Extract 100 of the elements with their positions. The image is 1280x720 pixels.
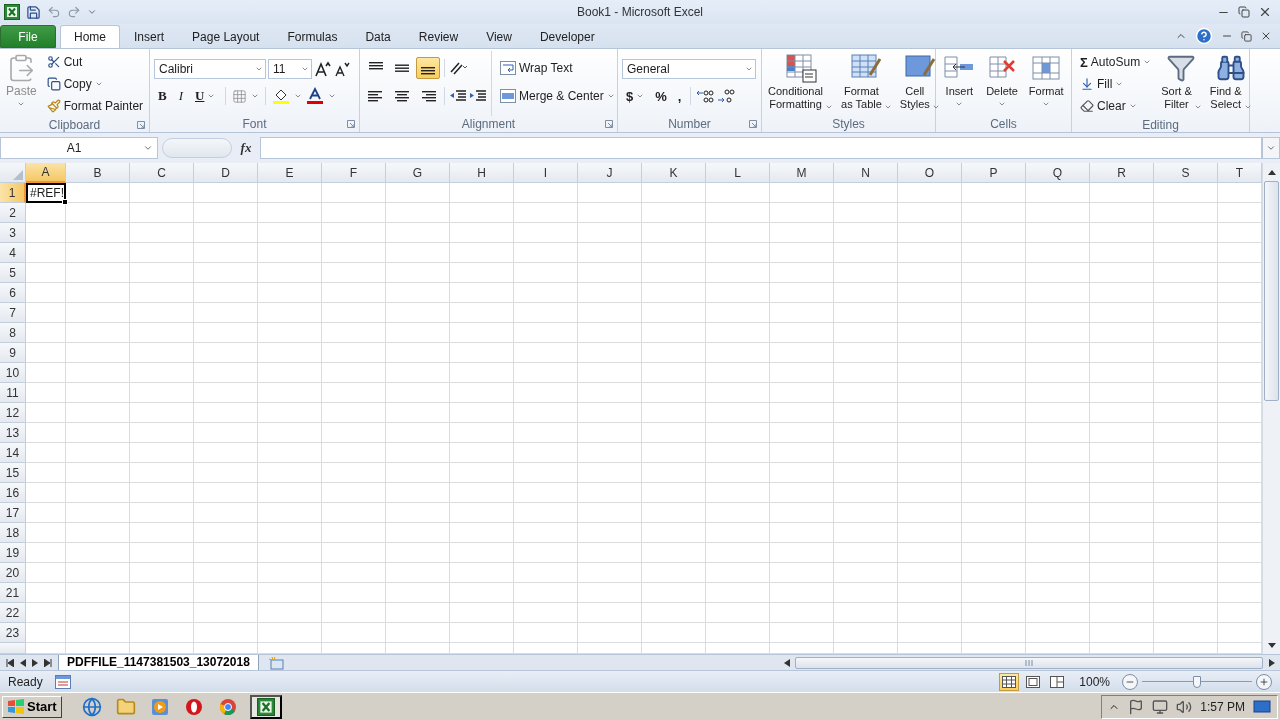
- show-desktop-icon[interactable]: [1253, 698, 1271, 715]
- ribbon-tab[interactable]: Formulas: [273, 25, 352, 48]
- row-header[interactable]: 10: [0, 363, 26, 383]
- next-sheet-icon[interactable]: [32, 658, 38, 667]
- zoom-out-button[interactable]: [1122, 673, 1138, 690]
- column-header[interactable]: P: [962, 163, 1026, 183]
- column-header[interactable]: H: [450, 163, 514, 183]
- ribbon-tab[interactable]: Review: [404, 25, 473, 48]
- row-header[interactable]: 11: [0, 383, 26, 403]
- column-header[interactable]: C: [130, 163, 194, 183]
- bold-button[interactable]: B: [154, 85, 171, 107]
- copy-button[interactable]: Copy: [42, 73, 148, 95]
- last-sheet-icon[interactable]: [44, 658, 52, 667]
- column-header[interactable]: A: [26, 163, 66, 183]
- column-header[interactable]: F: [322, 163, 386, 183]
- column-header[interactable]: O: [898, 163, 962, 183]
- styles-button[interactable]: Format as Table: [839, 51, 894, 116]
- column-header[interactable]: K: [642, 163, 706, 183]
- scroll-thumb[interactable]: [1264, 181, 1279, 401]
- first-sheet-icon[interactable]: [6, 658, 14, 667]
- cells-button[interactable]: Format: [1026, 51, 1066, 116]
- column-header[interactable]: S: [1154, 163, 1218, 183]
- row-header[interactable]: 5: [0, 263, 26, 283]
- underline-button[interactable]: U: [191, 85, 220, 107]
- zoom-slider-thumb[interactable]: [1193, 675, 1201, 688]
- row-header[interactable]: 3: [0, 223, 26, 243]
- ribbon-tab[interactable]: Page Layout: [178, 25, 274, 48]
- save-icon[interactable]: [26, 4, 41, 20]
- column-header[interactable]: T: [1218, 163, 1262, 183]
- row-header[interactable]: 19: [0, 543, 26, 563]
- start-button[interactable]: Start: [2, 695, 62, 718]
- decrease-decimal-icon[interactable]: [717, 88, 736, 104]
- taskbar-app[interactable]: [249, 694, 282, 719]
- row-header[interactable]: 2: [0, 203, 26, 223]
- column-header[interactable]: G: [386, 163, 450, 183]
- row-header[interactable]: 23: [0, 623, 26, 643]
- font-name-field[interactable]: Calibri: [154, 59, 266, 79]
- autosum-button[interactable]: Σ AutoSum: [1076, 51, 1156, 73]
- view-button[interactable]: [999, 672, 1020, 691]
- column-header[interactable]: J: [578, 163, 642, 183]
- cells-button[interactable]: Delete: [984, 51, 1021, 116]
- italic-button[interactable]: I: [174, 85, 187, 107]
- formula-bar-handle[interactable]: [162, 137, 232, 158]
- record-macro-icon[interactable]: [54, 674, 71, 689]
- launcher-icon[interactable]: [347, 120, 355, 128]
- row-header[interactable]: 18: [0, 523, 26, 543]
- percent-button[interactable]: %: [651, 85, 671, 107]
- row-header[interactable]: 13: [0, 423, 26, 443]
- row-header[interactable]: 21: [0, 583, 26, 603]
- styles-button[interactable]: Cell Styles: [897, 51, 942, 116]
- wrap-text-button[interactable]: Wrap Text: [496, 57, 619, 79]
- insert-function-button[interactable]: fx: [232, 136, 260, 159]
- column-header[interactable]: L: [706, 163, 770, 183]
- launcher-icon[interactable]: [137, 121, 145, 129]
- zoom-slider[interactable]: [1142, 674, 1252, 689]
- speaker-icon[interactable]: [1176, 698, 1193, 715]
- new-sheet-icon[interactable]: [266, 655, 285, 670]
- close-icon[interactable]: [1260, 30, 1272, 42]
- restore-icon[interactable]: [1241, 30, 1252, 42]
- column-header[interactable]: R: [1090, 163, 1154, 183]
- shrink-font-icon[interactable]: [334, 61, 350, 77]
- previous-sheet-icon[interactable]: [20, 658, 26, 667]
- increase-indent-icon[interactable]: [469, 89, 487, 103]
- row-header[interactable]: 14: [0, 443, 26, 463]
- comma-button[interactable]: ,: [673, 85, 686, 107]
- close-icon[interactable]: [1258, 5, 1272, 19]
- select-all-button[interactable]: [0, 163, 26, 183]
- increase-decimal-icon[interactable]: [696, 88, 715, 104]
- format-painter-button[interactable]: Format Painter: [42, 95, 148, 117]
- row-header[interactable]: 16: [0, 483, 26, 503]
- cells-button[interactable]: Insert: [941, 51, 978, 116]
- sheet-tab[interactable]: PDFFILE_1147381503_13072018: [58, 654, 259, 671]
- vertical-scrollbar[interactable]: [1262, 163, 1280, 654]
- number-format-field[interactable]: General: [622, 59, 756, 79]
- help-icon[interactable]: [1195, 27, 1213, 45]
- row-header[interactable]: 17: [0, 503, 26, 523]
- flag-icon[interactable]: [1128, 698, 1145, 715]
- launcher-icon[interactable]: [605, 120, 613, 128]
- font-size-field[interactable]: 11: [268, 59, 312, 79]
- ribbon-tab[interactable]: Developer: [525, 25, 609, 48]
- ribbon-tab[interactable]: View: [472, 25, 526, 48]
- currency-button[interactable]: $: [622, 85, 649, 107]
- fill-color-icon[interactable]: [272, 87, 291, 105]
- column-header[interactable]: N: [834, 163, 898, 183]
- ribbon-tab[interactable]: Insert: [120, 25, 179, 48]
- row-header[interactable]: 8: [0, 323, 26, 343]
- editing-button[interactable]: Find & Select: [1207, 51, 1254, 117]
- row-header[interactable]: 22: [0, 603, 26, 623]
- row-header[interactable]: 9: [0, 343, 26, 363]
- clear-button[interactable]: Clear: [1076, 95, 1156, 117]
- column-header[interactable]: I: [514, 163, 578, 183]
- merge-center-button[interactable]: Merge & Center: [496, 85, 619, 107]
- row-header[interactable]: 20: [0, 563, 26, 583]
- cut-button[interactable]: Cut: [42, 51, 148, 73]
- vertical-align-button[interactable]: [416, 57, 440, 79]
- row-header[interactable]: 1: [0, 183, 26, 203]
- column-header[interactable]: Q: [1026, 163, 1090, 183]
- grow-font-icon[interactable]: [314, 61, 332, 77]
- row-header[interactable]: 4: [0, 243, 26, 263]
- scroll-thumb[interactable]: [795, 656, 1263, 669]
